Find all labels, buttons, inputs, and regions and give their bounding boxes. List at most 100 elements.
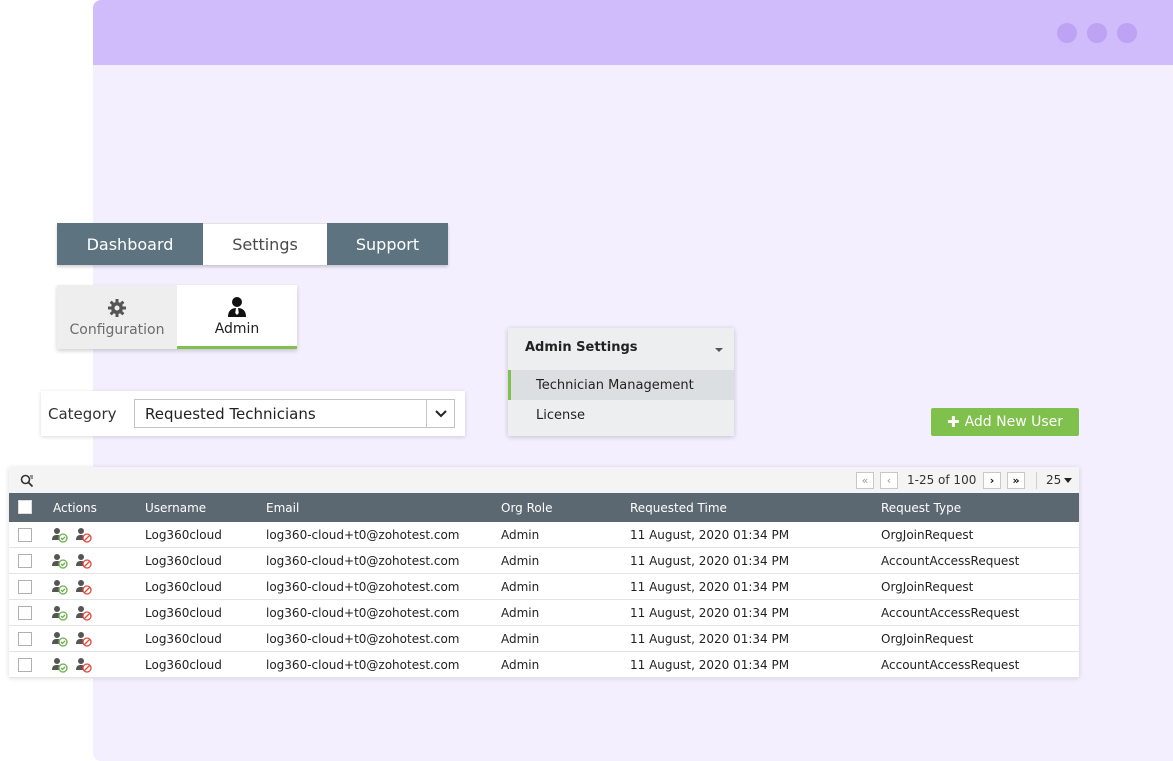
cell-username: Log360cloud	[145, 658, 222, 672]
next-page-icon[interactable]: ›	[983, 472, 1001, 489]
cell-requested-time: 11 August, 2020 01:34 PM	[630, 632, 790, 646]
row-checkbox[interactable]	[18, 606, 32, 620]
approve-user-icon[interactable]	[52, 631, 68, 647]
cell-request-type: OrgJoinRequest	[881, 580, 974, 594]
table-row: Log360cloud log360-cloud+t0@zohotest.com…	[9, 548, 1079, 574]
window-dot-icon	[1057, 23, 1077, 43]
cell-org-role: Admin	[501, 658, 540, 672]
reject-user-icon[interactable]	[76, 579, 92, 595]
subtab-configuration[interactable]: Configuration	[57, 285, 177, 349]
approve-user-icon[interactable]	[52, 527, 68, 543]
chevron-down-icon[interactable]	[426, 400, 454, 427]
cell-request-type: OrgJoinRequest	[881, 528, 974, 542]
table-row: Log360cloud log360-cloud+t0@zohotest.com…	[9, 626, 1079, 652]
reject-user-icon[interactable]	[76, 553, 92, 569]
search-icon[interactable]	[20, 473, 34, 492]
window-title-bar	[93, 0, 1173, 65]
page-size-value: 25	[1046, 473, 1062, 487]
cell-org-role: Admin	[501, 580, 540, 594]
column-header[interactable]: Request Type	[881, 501, 961, 515]
cell-email: log360-cloud+t0@zohotest.com	[266, 658, 460, 672]
column-header[interactable]: Username	[145, 501, 206, 515]
cell-request-type: AccountAccessRequest	[881, 606, 1020, 620]
requests-table: « ‹ 1-25 of 100 › » 25 Actions Username …	[9, 467, 1079, 678]
cell-email: log360-cloud+t0@zohotest.com	[266, 528, 460, 542]
admin-settings-title[interactable]: Admin Settings	[525, 340, 638, 355]
tab-dashboard[interactable]: Dashboard	[57, 223, 203, 265]
add-new-user-button[interactable]: ✚ Add New User	[931, 408, 1079, 436]
window-dot-icon	[1087, 23, 1107, 43]
main-tabs: Dashboard Settings Support	[57, 223, 448, 265]
select-all-checkbox[interactable]	[18, 500, 32, 514]
row-checkbox[interactable]	[18, 554, 32, 568]
cell-request-type: AccountAccessRequest	[881, 554, 1020, 568]
reject-user-icon[interactable]	[76, 657, 92, 673]
cell-username: Log360cloud	[145, 554, 222, 568]
table-header: Actions Username Email Org Role Requeste…	[9, 493, 1079, 522]
window-dot-icon	[1117, 23, 1137, 43]
settings-sub-tabs: Configuration Admin	[57, 285, 297, 349]
approve-user-icon[interactable]	[52, 657, 68, 673]
cell-requested-time: 11 August, 2020 01:34 PM	[630, 554, 790, 568]
category-label: Category	[48, 405, 117, 423]
row-checkbox[interactable]	[18, 580, 32, 594]
caret-down-icon[interactable]	[715, 348, 723, 352]
table-toolbar: « ‹ 1-25 of 100 › » 25	[9, 467, 1079, 493]
approve-user-icon[interactable]	[52, 579, 68, 595]
subtab-configuration-label: Configuration	[69, 322, 165, 338]
cell-username: Log360cloud	[145, 632, 222, 646]
first-page-icon[interactable]: «	[856, 472, 874, 489]
last-page-icon[interactable]: »	[1007, 472, 1025, 489]
column-header[interactable]: Requested Time	[630, 501, 727, 515]
table-row: Log360cloud log360-cloud+t0@zohotest.com…	[9, 652, 1079, 678]
column-header[interactable]: Org Role	[501, 501, 552, 515]
user-tie-icon	[226, 295, 248, 319]
cell-requested-time: 11 August, 2020 01:34 PM	[630, 658, 790, 672]
plus-icon: ✚	[946, 413, 960, 431]
cell-email: log360-cloud+t0@zohotest.com	[266, 580, 460, 594]
reject-user-icon[interactable]	[76, 631, 92, 647]
cell-email: log360-cloud+t0@zohotest.com	[266, 554, 460, 568]
approve-user-icon[interactable]	[52, 553, 68, 569]
row-checkbox[interactable]	[18, 658, 32, 672]
tab-settings[interactable]: Settings	[203, 223, 327, 265]
cell-email: log360-cloud+t0@zohotest.com	[266, 606, 460, 620]
column-header[interactable]: Email	[266, 501, 299, 515]
admin-settings-menu: Admin Settings Technician Management Lic…	[508, 328, 734, 436]
reject-user-icon[interactable]	[76, 605, 92, 621]
cell-username: Log360cloud	[145, 580, 222, 594]
add-new-user-label: Add New User	[964, 414, 1064, 430]
cell-requested-time: 11 August, 2020 01:34 PM	[630, 606, 790, 620]
cell-request-type: AccountAccessRequest	[881, 658, 1020, 672]
approve-user-icon[interactable]	[52, 605, 68, 621]
column-header[interactable]: Actions	[53, 501, 97, 515]
cell-org-role: Admin	[501, 528, 540, 542]
reject-user-icon[interactable]	[76, 527, 92, 543]
table-row: Log360cloud log360-cloud+t0@zohotest.com…	[9, 522, 1079, 548]
prev-page-icon[interactable]: ‹	[880, 472, 898, 489]
cell-org-role: Admin	[501, 632, 540, 646]
toolbar-divider	[1036, 472, 1037, 489]
cell-org-role: Admin	[501, 606, 540, 620]
row-checkbox[interactable]	[18, 528, 32, 542]
table-row: Log360cloud log360-cloud+t0@zohotest.com…	[9, 574, 1079, 600]
category-select[interactable]: Requested Technicians	[134, 399, 455, 428]
cell-requested-time: 11 August, 2020 01:34 PM	[630, 580, 790, 594]
category-filter: Category Requested Technicians	[41, 391, 465, 436]
row-checkbox[interactable]	[18, 632, 32, 646]
cell-username: Log360cloud	[145, 528, 222, 542]
cell-username: Log360cloud	[145, 606, 222, 620]
subtab-admin[interactable]: Admin	[177, 285, 297, 349]
cell-org-role: Admin	[501, 554, 540, 568]
subtab-admin-label: Admin	[214, 320, 260, 337]
menu-item-license[interactable]: License	[508, 400, 734, 430]
gear-icon	[107, 296, 127, 320]
pagination-range: 1-25 of 100	[907, 473, 977, 487]
page-size-select[interactable]: 25	[1046, 473, 1073, 487]
cell-email: log360-cloud+t0@zohotest.com	[266, 632, 460, 646]
caret-down-icon	[1064, 477, 1073, 483]
cell-requested-time: 11 August, 2020 01:34 PM	[630, 528, 790, 542]
menu-item-technician-management[interactable]: Technician Management	[508, 370, 734, 400]
tab-support[interactable]: Support	[327, 223, 448, 265]
cell-request-type: OrgJoinRequest	[881, 632, 974, 646]
